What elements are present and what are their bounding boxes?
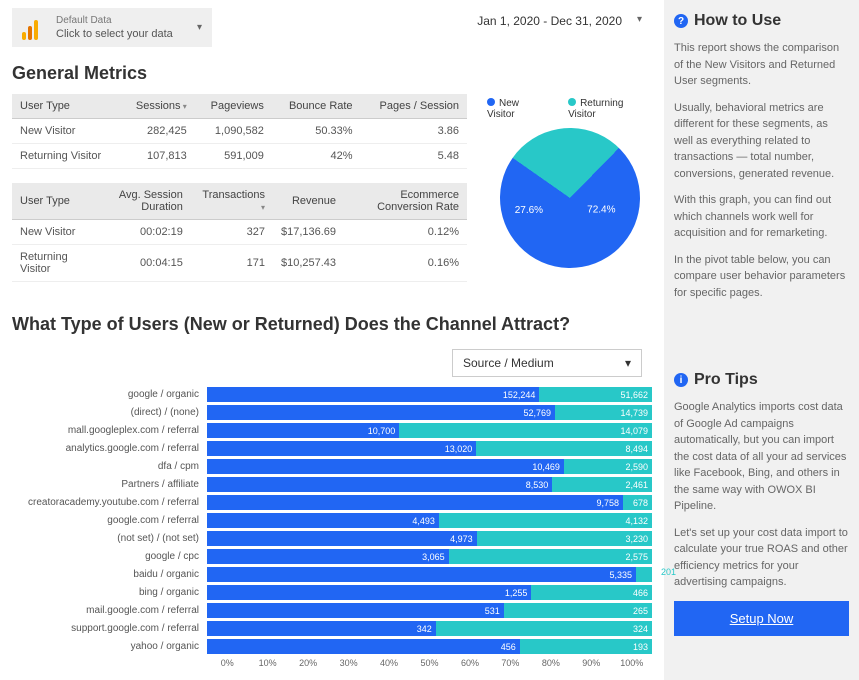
x-axis: 0%10%20%30%40%50%60%70%80%90%100% (207, 658, 652, 668)
metrics-table-1: User Type Sessions Pageviews Bounce Rate… (12, 94, 467, 169)
general-metrics-title: General Metrics (12, 63, 652, 84)
bar-row: Partners / affiliate 8,530 2,461 (12, 477, 652, 492)
bar-row: google / cpc 3,065 2,575 (12, 549, 652, 564)
channel-chart: Source / Medium ▾ google / organic 152,2… (12, 345, 652, 672)
visitor-pie-chart: New Visitor Returning Visitor 27.6% 72.4… (487, 94, 652, 296)
table-row: New Visitor00:02:19327$17,136.690.12% (12, 220, 467, 245)
help-icon: ? (674, 14, 688, 28)
bar-row: creatoracademy.youtube.com / referral 9,… (12, 495, 652, 510)
col-sessions[interactable]: Sessions (120, 94, 195, 119)
protips-title: iPro Tips (674, 371, 849, 389)
bar-row: support.google.com / referral 342 324 (12, 621, 652, 636)
info-icon: i (674, 373, 688, 387)
source-medium-label: Source / Medium (463, 356, 554, 370)
bar-row: dfa / cpm 10,469 2,590 (12, 459, 652, 474)
bar-row: google.com / referral 4,493 4,132 (12, 513, 652, 528)
col-dur[interactable]: Avg. Session Duration (95, 183, 191, 220)
col-rev[interactable]: Revenue (273, 183, 344, 220)
bar-row: (not set) / (not set) 4,973 3,230 (12, 531, 652, 546)
date-range-selector[interactable]: Jan 1, 2020 - Dec 31, 2020 ▾ (465, 8, 652, 47)
table-row: Returning Visitor107,813591,00942%5.48 (12, 144, 467, 169)
data-source-label: Default Data (56, 14, 173, 27)
chevron-down-icon: ▾ (625, 356, 631, 370)
howto-p1: This report shows the comparison of the … (674, 40, 849, 90)
legend-new: New Visitor (487, 98, 548, 120)
bar-row: yahoo / organic 456 193 (12, 639, 652, 654)
col-pps[interactable]: Pages / Session (361, 94, 467, 119)
howto-p4: In the pivot table below, you can compar… (674, 252, 849, 302)
bar-row: mall.googleplex.com / referral 10,700 14… (12, 423, 652, 438)
chevron-down-icon: ▾ (197, 22, 202, 33)
source-medium-selector[interactable]: Source / Medium ▾ (452, 349, 642, 377)
table-row: New Visitor282,4251,090,58250.33%3.86 (12, 119, 467, 144)
bar-row: baidu / organic 5,335 201 (12, 567, 652, 582)
chevron-down-icon: ▾ (637, 14, 642, 25)
bar-row: google / organic 152,244 51,662 (12, 387, 652, 402)
col-pageviews[interactable]: Pageviews (195, 94, 272, 119)
pie-slice-returning: 27.6% (514, 205, 542, 216)
bar-row: bing / organic 1,255 466 (12, 585, 652, 600)
setup-now-button[interactable]: Setup Now (674, 601, 849, 636)
howto-p3: With this graph, you can find out which … (674, 192, 849, 242)
data-source-sub: Click to select your data (56, 27, 173, 41)
legend-returning: Returning Visitor (568, 98, 652, 120)
col-tx[interactable]: Transactions (191, 183, 273, 220)
howto-p2: Usually, behavioral metrics are differen… (674, 100, 849, 183)
howto-title: ?How to Use (674, 12, 849, 30)
bar-row: analytics.google.com / referral 13,020 8… (12, 441, 652, 456)
col-user[interactable]: User Type (12, 183, 95, 220)
date-range-label: Jan 1, 2020 - Dec 31, 2020 (477, 14, 622, 28)
data-source-selector[interactable]: Default Data Click to select your data ▾ (12, 8, 212, 47)
channel-chart-title: What Type of Users (New or Returned) Doe… (12, 314, 652, 335)
metrics-table-2: User Type Avg. Session Duration Transact… (12, 183, 467, 282)
analytics-icon (22, 16, 46, 40)
pie-slice-new: 72.4% (586, 205, 614, 216)
bar-row: (direct) / (none) 52,769 14,739 (12, 405, 652, 420)
col-bounce[interactable]: Bounce Rate (272, 94, 361, 119)
bar-row: mail.google.com / referral 531 265 (12, 603, 652, 618)
col-user[interactable]: User Type (12, 94, 120, 119)
protips-p2: Let's set up your cost data import to ca… (674, 525, 849, 591)
table-row: Returning Visitor00:04:15171$10,257.430.… (12, 245, 467, 282)
col-conv[interactable]: Ecommerce Conversion Rate (344, 183, 467, 220)
protips-p1: Google Analytics imports cost data of Go… (674, 399, 849, 515)
